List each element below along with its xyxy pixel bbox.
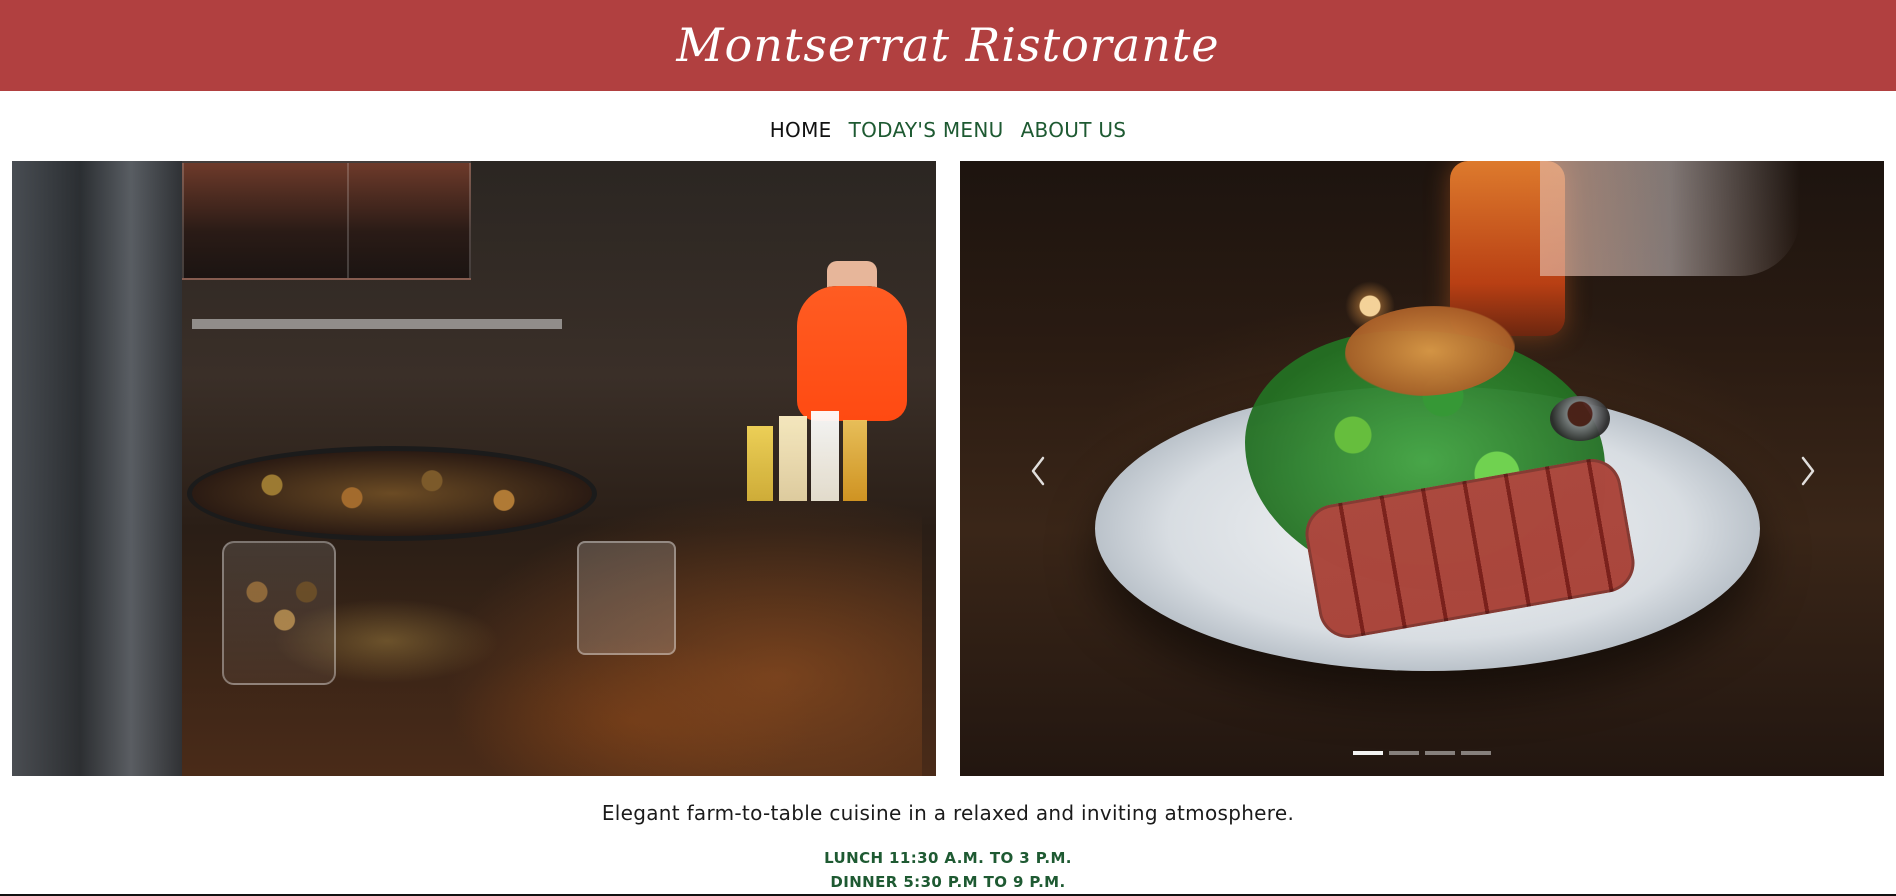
page: Montserrat Ristorante HOME TODAY'S MENU … (0, 0, 1896, 896)
nav-about-us[interactable]: ABOUT US (1021, 118, 1127, 142)
chevron-left-icon (1027, 453, 1049, 489)
kitchen-shelf (192, 319, 562, 329)
hours: LUNCH 11:30 A.M. TO 3 P.M. DINNER 5:30 P… (0, 846, 1896, 894)
nav-todays-menu[interactable]: TODAY'S MENU (849, 118, 1004, 142)
dinner-hours: DINNER 5:30 P.M TO 9 P.M. (830, 873, 1066, 891)
kitchen-photo (12, 161, 936, 776)
lunch-hours: LUNCH 11:30 A.M. TO 3 P.M. (824, 849, 1072, 867)
menu-board (347, 161, 471, 280)
carousel-indicator[interactable] (1461, 751, 1491, 755)
chevron-right-icon (1797, 453, 1819, 489)
site-title: Montserrat Ristorante (676, 17, 1220, 72)
carousel-indicators (960, 746, 1884, 760)
counter-glow (442, 491, 922, 776)
sauce-bottles (747, 406, 867, 501)
carousel-indicator[interactable] (1425, 751, 1455, 755)
carousel-indicator[interactable] (1353, 751, 1383, 755)
carousel-next-button[interactable] (1790, 453, 1826, 489)
paella-pan (187, 446, 597, 541)
utensil-glass (577, 541, 676, 655)
nut-jar (222, 541, 336, 685)
carousel-indicator[interactable] (1389, 751, 1419, 755)
main-nav: HOME TODAY'S MENU ABOUT US (0, 112, 1896, 148)
intro-tagline: Elegant farm-to-table cuisine in a relax… (601, 801, 1295, 825)
sauce-cup (1550, 396, 1610, 441)
nav-home[interactable]: HOME (770, 118, 832, 142)
site-header: Montserrat Ristorante (0, 0, 1896, 91)
carousel (960, 161, 1884, 776)
menu-board (182, 161, 351, 280)
cook (797, 286, 907, 421)
photo-wall (12, 161, 182, 776)
carousel-prev-button[interactable] (1020, 453, 1056, 489)
hand (1540, 161, 1800, 276)
